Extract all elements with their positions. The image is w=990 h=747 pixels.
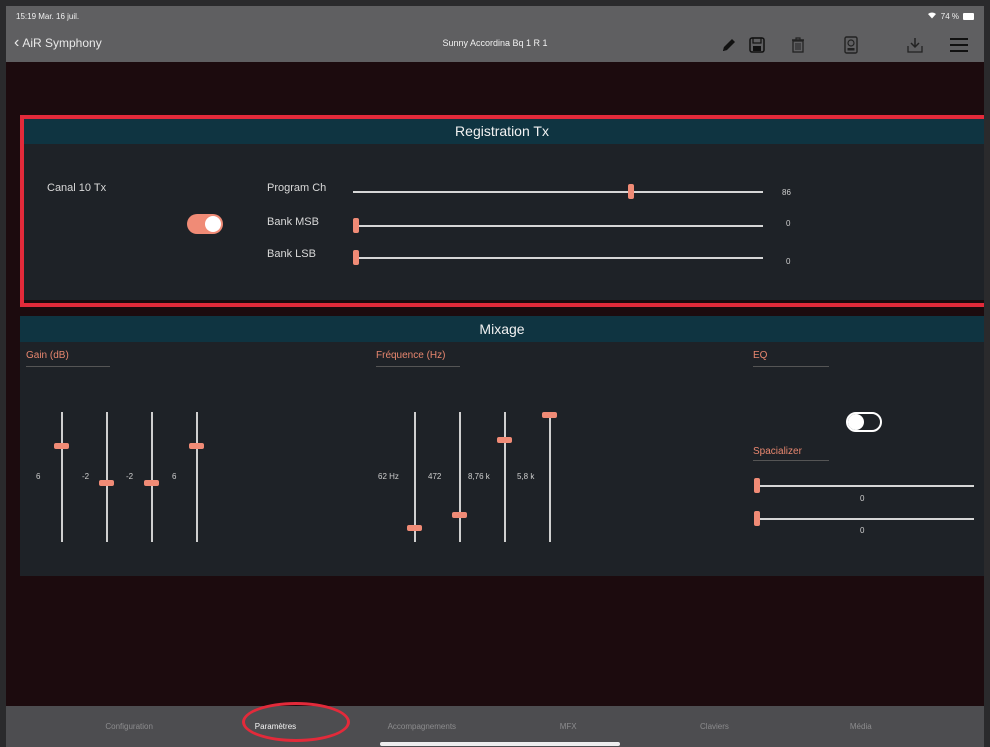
bank-lsb-label: Bank LSB [267,248,316,260]
gain-fader-2-thumb[interactable] [99,480,114,487]
download-icon[interactable] [904,34,926,56]
device-icon[interactable] [840,34,862,56]
save-icon[interactable] [746,34,768,56]
frequency-fader-2[interactable] [459,412,461,542]
gain-fader-4[interactable] [196,412,198,542]
toggle-knob [848,414,864,430]
frequency-fader-4[interactable] [549,412,551,542]
app-screen: 15:19 Mar. 16 juil. 74 % ‹ AiR Symphony … [6,6,984,747]
gain-fader-1-value: 6 [36,472,41,481]
bank-lsb-thumb[interactable] [353,250,359,265]
frequency-fader-3-thumb[interactable] [497,436,512,443]
trash-icon[interactable] [787,34,809,56]
tab-mfx[interactable]: MFX [503,722,633,731]
gain-fader-4-value: 6 [172,472,177,481]
toggle-knob [205,216,221,232]
bank-msb-label: Bank MSB [267,216,319,228]
frequency-fader-4-thumb[interactable] [542,412,557,418]
frequency-fader-3-value: 8,76 k [468,472,490,481]
program-ch-thumb[interactable] [627,184,634,199]
menu-icon[interactable] [948,34,970,56]
spacializer-slider-2[interactable] [754,518,974,520]
gain-fader-3-thumb[interactable] [144,480,159,487]
status-bar: 15:19 Mar. 16 juil. 74 % [6,6,984,26]
channel-toggle[interactable] [187,214,223,234]
battery-percent: 74 % [940,11,959,21]
gain-fader-2-value: -2 [82,472,90,481]
gain-fader-4-thumb[interactable] [189,443,204,449]
chevron-left-icon: ‹ [14,34,20,51]
frequency-title-underline [376,366,460,367]
spacializer-title: Spacializer [753,446,802,457]
program-ch-track[interactable] [353,191,763,193]
status-time: 15:19 Mar. 16 juil. [16,11,80,21]
bank-lsb-value: 0 [786,257,791,266]
tab-bar: Configuration Paramètres Accompagnements… [6,706,984,747]
battery-icon [963,12,974,20]
frequency-fader-1-thumb[interactable] [407,524,422,531]
gain-fader-1[interactable] [61,412,63,542]
registration-tx-panel: Registration Tx Canal 10 Tx Program Ch 8… [20,118,984,300]
bank-lsb-track[interactable] [353,257,763,259]
program-ch-label: Program Ch [267,182,327,194]
frequency-title: Fréquence (Hz) [376,350,446,361]
spacializer-slider-2-thumb[interactable] [754,511,760,526]
frequency-fader-2-value: 472 [428,472,442,481]
status-right: 74 % [927,11,974,21]
nav-bar: ‹ AiR Symphony Sunny Accordina Bq 1 R 1 [6,26,984,62]
home-indicator [380,742,620,746]
eq-title: EQ [753,350,768,361]
gain-fader-1-thumb[interactable] [54,443,69,449]
tab-configuration[interactable]: Configuration [64,722,194,731]
frequency-fader-3[interactable] [504,412,506,542]
mixage-panel: Mixage Gain (dB) Fréquence (Hz) EQ Spaci… [20,316,984,576]
bank-msb-track[interactable] [353,225,763,227]
gain-title-underline [26,366,110,367]
pencil-icon[interactable] [718,34,740,56]
spacializer-slider-2-value: 0 [860,526,865,535]
program-ch-value: 86 [782,188,791,197]
tab-accompagnements[interactable]: Accompagnements [357,722,487,731]
channel-label: Canal 10 Tx [47,182,107,194]
frequency-fader-4-value: 5,8 k [517,472,535,481]
spacializer-slider-1-value: 0 [860,494,865,503]
eq-toggle[interactable] [846,412,882,432]
wifi-icon [927,11,937,21]
gain-title: Gain (dB) [26,350,69,361]
bank-msb-thumb[interactable] [353,218,359,233]
spacializer-slider-1[interactable] [754,485,974,487]
preset-title: Sunny Accordina Bq 1 R 1 [442,38,548,48]
frequency-fader-1[interactable] [414,412,416,542]
bank-msb-value: 0 [786,219,791,228]
gain-fader-3-value: -2 [126,472,134,481]
tab-parametres[interactable]: Paramètres [210,722,340,731]
gain-fader-3[interactable] [151,412,153,542]
spacializer-slider-1-thumb[interactable] [754,478,760,493]
frequency-fader-2-thumb[interactable] [452,512,467,519]
back-button[interactable]: ‹ AiR Symphony [14,35,102,51]
tab-media[interactable]: Média [796,722,926,731]
eq-title-underline [753,366,829,367]
frequency-fader-1-value: 62 Hz [378,472,399,481]
gain-fader-2[interactable] [106,412,108,542]
tab-claviers[interactable]: Claviers [649,722,779,731]
spacializer-title-underline [753,460,829,461]
back-label: AiR Symphony [22,36,102,50]
mixage-header: Mixage [20,316,984,342]
registration-tx-header: Registration Tx [20,118,984,144]
